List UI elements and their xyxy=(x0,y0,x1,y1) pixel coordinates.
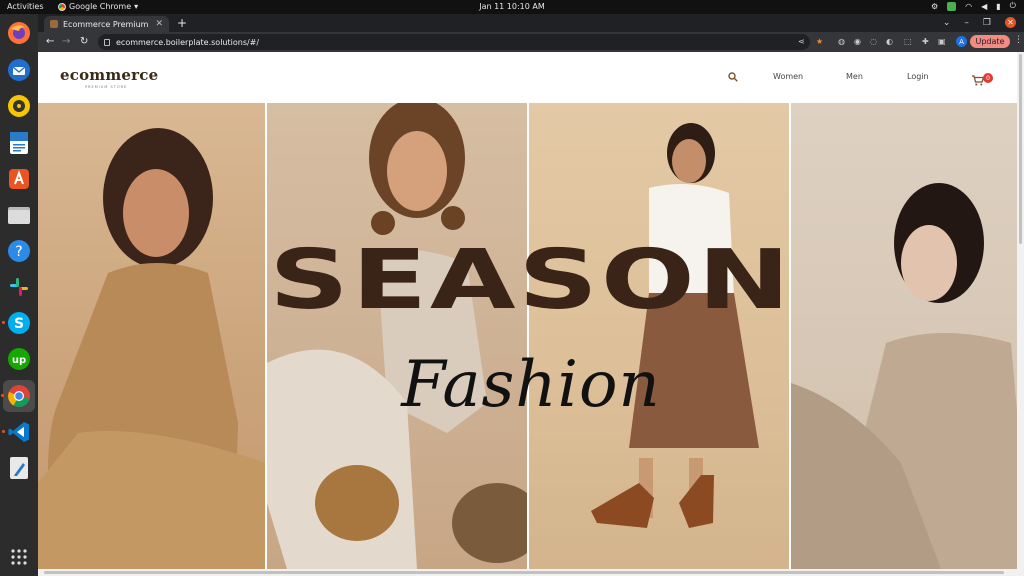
share-icon[interactable]: ⋖ xyxy=(798,37,805,46)
site-header: ecommerce PREMIUM STORE Women Men Login … xyxy=(38,52,1024,103)
hero-photo-model-4 xyxy=(791,103,1024,569)
web-page: ecommerce PREMIUM STORE Women Men Login … xyxy=(38,52,1024,576)
hero-photo-model-2 xyxy=(266,103,528,569)
hero-photo-model-1 xyxy=(38,103,265,569)
help-icon[interactable]: ? xyxy=(6,238,32,264)
svg-text:?: ? xyxy=(15,244,22,260)
slack-icon[interactable] xyxy=(6,274,32,300)
battery-icon[interactable]: ▮ xyxy=(996,2,1000,11)
hero-banner[interactable]: SEASON Fashion xyxy=(38,103,1024,569)
cart-count-badge: 0 xyxy=(983,73,993,83)
bookmark-star-icon[interactable]: ★ xyxy=(816,37,823,46)
svg-text:S: S xyxy=(14,316,24,332)
close-tab-icon[interactable]: ✕ xyxy=(155,19,163,29)
back-icon[interactable]: ← xyxy=(46,36,54,47)
dock: ? S up xyxy=(0,14,38,576)
nav-link-women[interactable]: Women xyxy=(773,72,803,81)
lock-icon[interactable] xyxy=(104,38,110,46)
nav-link-men[interactable]: Men xyxy=(846,72,863,81)
browser-window: Ecommerce Premium ✕ + ⌄ – ❐ ✕ ← → ↻ ecom… xyxy=(38,14,1024,576)
libreoffice-writer-icon[interactable] xyxy=(6,130,32,156)
new-tab-button[interactable]: + xyxy=(177,16,187,30)
profile-avatar[interactable]: A xyxy=(956,36,967,47)
files-icon[interactable] xyxy=(6,202,32,228)
volume-icon[interactable]: ◀ xyxy=(981,2,987,11)
browser-toolbar: ← → ↻ ecommerce.boilerplate.solutions/#/… xyxy=(38,32,1024,52)
thunderbird-icon[interactable] xyxy=(6,57,32,83)
extension-icon[interactable]: ◍ xyxy=(838,37,845,46)
settings-gear-icon[interactable]: ⚙ xyxy=(931,2,938,11)
hero-headline: SEASON xyxy=(269,233,793,328)
site-logo[interactable]: ecommerce xyxy=(60,66,158,84)
close-window-icon[interactable]: ✕ xyxy=(1005,17,1016,28)
restore-icon[interactable]: ❐ xyxy=(983,18,991,28)
app-grid-icon[interactable] xyxy=(6,544,32,570)
power-icon[interactable]: ⏻ xyxy=(1010,1,1016,11)
cart-button[interactable]: 0 xyxy=(972,71,993,90)
forward-icon[interactable]: → xyxy=(62,36,70,47)
text-editor-icon[interactable] xyxy=(6,455,32,481)
vertical-scrollbar-thumb[interactable] xyxy=(1019,54,1022,244)
software-center-icon[interactable] xyxy=(6,166,32,192)
extension-icon[interactable]: ⬚ xyxy=(904,37,912,46)
horizontal-scrollbar-thumb[interactable] xyxy=(44,571,1004,574)
hero-script-text: Fashion xyxy=(401,348,661,422)
wifi-icon[interactable]: ◠ xyxy=(965,2,972,11)
url-text: ecommerce.boilerplate.solutions/#/ xyxy=(116,37,260,47)
update-button[interactable]: Update xyxy=(970,35,1010,48)
tab-title: Ecommerce Premium xyxy=(63,19,149,29)
tab-search-chevron-icon[interactable]: ⌄ xyxy=(943,18,951,28)
side-panel-icon[interactable]: ▣ xyxy=(938,37,946,46)
nav-link-login[interactable]: Login xyxy=(907,72,929,81)
site-logo-tagline: PREMIUM STORE xyxy=(85,85,128,89)
system-top-bar: Activities Google Chrome ▾ Jan 11 10:10 … xyxy=(0,0,1024,14)
menu-kebab-icon[interactable]: ⋮ xyxy=(1014,35,1023,45)
horizontal-scrollbar[interactable] xyxy=(38,569,1024,576)
tab-strip: Ecommerce Premium ✕ + ⌄ – ❐ ✕ xyxy=(38,14,1024,32)
tab-ecommerce-premium[interactable]: Ecommerce Premium ✕ xyxy=(44,16,169,32)
vscode-icon[interactable] xyxy=(2,419,32,445)
chrome-icon[interactable] xyxy=(1,380,35,412)
reload-icon[interactable]: ↻ xyxy=(80,36,88,47)
address-bar[interactable]: ecommerce.boilerplate.solutions/#/ xyxy=(98,34,810,50)
svg-text:up: up xyxy=(12,355,26,366)
extension-icon[interactable]: ◉ xyxy=(854,37,861,46)
firefox-icon[interactable] xyxy=(6,20,32,46)
minimize-icon[interactable]: – xyxy=(964,18,969,28)
clock[interactable]: Jan 11 10:10 AM xyxy=(0,2,1024,11)
system-tray[interactable]: ⚙ ◠ ◀ ▮ ⏻ xyxy=(931,1,1016,11)
upwork-icon[interactable]: up xyxy=(6,346,32,372)
extensions-puzzle-icon[interactable]: ✚ xyxy=(922,37,929,46)
hero-photo-model-3 xyxy=(529,103,790,569)
vertical-scrollbar[interactable] xyxy=(1017,52,1024,569)
rhythmbox-icon[interactable] xyxy=(6,93,32,119)
skype-icon[interactable]: S xyxy=(2,310,32,336)
extension-icon[interactable]: ◐ xyxy=(886,37,893,46)
search-icon[interactable] xyxy=(728,72,738,82)
window-controls: ⌄ – ❐ ✕ xyxy=(943,17,1016,28)
site-favicon-icon xyxy=(50,20,58,28)
extension-icon[interactable]: ◌ xyxy=(870,37,877,46)
shield-icon[interactable] xyxy=(947,1,957,11)
